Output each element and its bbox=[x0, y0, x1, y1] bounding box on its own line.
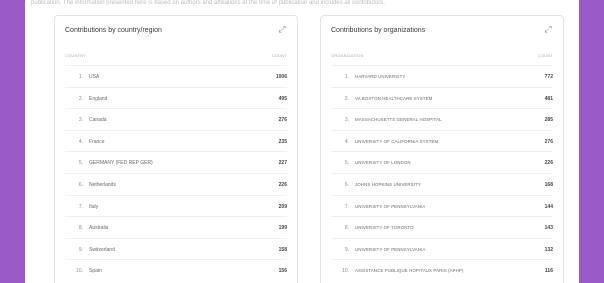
row-name[interactable]: VA BOSTON HEALTHCARE SYSTEM bbox=[355, 96, 432, 101]
row-rank: 8. bbox=[344, 225, 349, 232]
row-rank: 1. bbox=[344, 74, 349, 80]
row-name[interactable]: ASSISTANCE PUBLIQUE HOPITAUX PARIS (APHP… bbox=[355, 268, 464, 273]
list-item: 4. UNIVERSITY OF CALIFORNIA SYSTEM 276 bbox=[331, 129, 553, 152]
row-name[interactable]: France bbox=[89, 139, 105, 145]
column-header-count: COUNT bbox=[271, 53, 287, 58]
row-count: 116 bbox=[544, 268, 553, 275]
row-name[interactable]: UNIVERSITY OF PENNSYLVANIA bbox=[355, 204, 425, 209]
country-contributions-card: Contributions by country/region ⤢ COUNTR… bbox=[54, 15, 298, 283]
row-count: 158 bbox=[278, 246, 287, 253]
row-rank: 5. bbox=[344, 160, 349, 167]
list-item: 10. ASSISTANCE PUBLIQUE HOPITAUX PARIS (A… bbox=[331, 259, 553, 281]
column-header-country: COUNTRY bbox=[65, 53, 87, 58]
list-item: 9. UNIVERSITY OF PENNSYLVANIA 132 bbox=[331, 237, 553, 260]
row-count: 1006 bbox=[275, 74, 287, 80]
row-count: 495 bbox=[278, 95, 287, 102]
organization-contributions-card: Contributions by organizations ⤢ ORGANIZ… bbox=[320, 15, 564, 283]
card-title: Contributions by organizations bbox=[331, 27, 426, 34]
country-list: 1. USA 1006 2. England 495 3. Canada 276 4. France… bbox=[65, 65, 287, 281]
row-name[interactable]: Australia bbox=[89, 225, 108, 231]
row-rank: 2. bbox=[344, 95, 349, 102]
list-item: 4. France 235 bbox=[65, 129, 287, 152]
row-name[interactable]: UNIVERSITY OF CALIFORNIA SYSTEM bbox=[355, 139, 438, 144]
row-name[interactable]: HARVARD UNIVERSITY bbox=[355, 74, 405, 79]
row-count: 285 bbox=[544, 117, 553, 124]
analytics-panel: publication. The information presented h… bbox=[25, 0, 579, 283]
row-name[interactable]: UNIVERSITY OF LONDON bbox=[355, 160, 411, 165]
column-header: COUNTRY COUNT bbox=[65, 53, 287, 59]
row-rank: 4. bbox=[78, 138, 83, 145]
row-count: 772 bbox=[544, 74, 553, 80]
row-count: 235 bbox=[278, 138, 287, 145]
column-header: ORGANIZATION COUNT bbox=[331, 53, 553, 59]
row-rank: 7. bbox=[78, 203, 83, 210]
row-name[interactable]: JOHNS HOPKINS UNIVERSITY bbox=[355, 182, 421, 187]
row-count: 227 bbox=[278, 160, 287, 167]
organization-list: 1. HARVARD UNIVERSITY 772 2. VA BOSTON HEALT… bbox=[331, 65, 553, 281]
row-rank: 10. bbox=[342, 268, 349, 275]
row-count: 226 bbox=[544, 160, 553, 167]
row-name[interactable]: Italy bbox=[89, 204, 98, 210]
row-name[interactable]: England bbox=[89, 96, 107, 102]
list-item: 3. Canada 276 bbox=[65, 108, 287, 130]
row-rank: 9. bbox=[78, 246, 83, 253]
row-name[interactable]: USA bbox=[89, 74, 99, 80]
row-rank: 9. bbox=[344, 246, 349, 253]
row-count: 209 bbox=[278, 203, 287, 210]
row-name[interactable]: GERMANY (FED REP GER) bbox=[89, 160, 153, 166]
row-rank: 2. bbox=[78, 95, 83, 102]
card-title: Contributions by country/region bbox=[65, 27, 162, 34]
column-header-count: COUNT bbox=[537, 53, 553, 58]
row-count: 226 bbox=[278, 181, 287, 188]
list-item: 8. Australia 199 bbox=[65, 216, 287, 238]
row-count: 132 bbox=[544, 246, 553, 253]
row-count: 168 bbox=[544, 181, 553, 188]
expand-icon[interactable]: ⤢ bbox=[543, 24, 553, 34]
intro-text: publication. The information presented h… bbox=[31, 0, 385, 6]
row-rank: 6. bbox=[344, 181, 349, 188]
row-name[interactable]: Spain bbox=[89, 268, 102, 274]
list-item: 1. USA 1006 bbox=[65, 65, 287, 87]
row-rank: 3. bbox=[344, 117, 349, 124]
list-item: 3. MASSACHUSETTS GENERAL HOSPITAL 285 bbox=[331, 108, 553, 130]
row-rank: 5. bbox=[78, 160, 83, 167]
row-count: 143 bbox=[544, 225, 553, 232]
row-rank: 6. bbox=[78, 181, 83, 188]
row-name[interactable]: UNIVERSITY OF TORONTO bbox=[355, 225, 414, 230]
list-item: 5. GERMANY (FED REP GER) 227 bbox=[65, 151, 287, 173]
list-item: 10. Spain 156 bbox=[65, 259, 287, 281]
row-count: 276 bbox=[278, 117, 287, 124]
row-name[interactable]: MASSACHUSETTS GENERAL HOSPITAL bbox=[355, 117, 442, 122]
list-item: 6. Netherlands 226 bbox=[65, 172, 287, 195]
column-header-organization: ORGANIZATION bbox=[331, 53, 364, 58]
row-count: 144 bbox=[544, 203, 553, 210]
list-item: 8. UNIVERSITY OF TORONTO 143 bbox=[331, 216, 553, 238]
list-item: 1. HARVARD UNIVERSITY 772 bbox=[331, 65, 553, 87]
row-name[interactable]: Switzerland bbox=[89, 247, 115, 253]
list-item: 6. JOHNS HOPKINS UNIVERSITY 168 bbox=[331, 172, 553, 195]
row-rank: 7. bbox=[344, 203, 349, 210]
list-item: 2. England 495 bbox=[65, 86, 287, 109]
row-count: 276 bbox=[544, 138, 553, 145]
row-count: 156 bbox=[278, 268, 287, 275]
row-rank: 3. bbox=[78, 117, 83, 124]
row-name[interactable]: Canada bbox=[89, 117, 107, 123]
row-name[interactable]: Netherlands bbox=[89, 182, 116, 188]
list-item: 7. Italy 209 bbox=[65, 194, 287, 217]
row-rank: 10. bbox=[76, 268, 83, 275]
row-rank: 4. bbox=[344, 138, 349, 145]
list-item: 2. VA BOSTON HEALTHCARE SYSTEM 481 bbox=[331, 86, 553, 109]
expand-icon[interactable]: ⤢ bbox=[277, 24, 287, 34]
list-item: 5. UNIVERSITY OF LONDON 226 bbox=[331, 151, 553, 173]
row-name[interactable]: UNIVERSITY OF PENNSYLVANIA bbox=[355, 247, 425, 252]
row-count: 481 bbox=[544, 95, 553, 102]
list-item: 7. UNIVERSITY OF PENNSYLVANIA 144 bbox=[331, 194, 553, 217]
row-rank: 8. bbox=[78, 225, 83, 232]
list-item: 9. Switzerland 158 bbox=[65, 237, 287, 260]
row-rank: 1. bbox=[78, 74, 83, 80]
row-count: 199 bbox=[278, 225, 287, 232]
